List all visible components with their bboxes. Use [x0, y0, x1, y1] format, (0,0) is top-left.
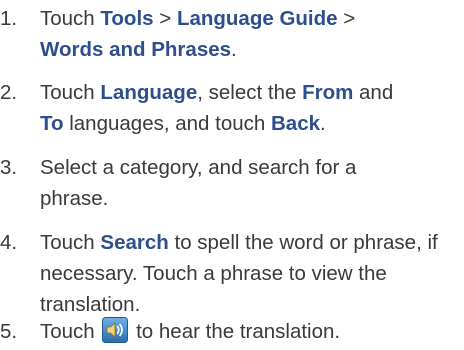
step-text: Touch Tools > Language Guide > Words and… [40, 7, 356, 61]
step-number: 4. [0, 231, 18, 254]
search-label: Search [100, 231, 169, 254]
back-label: Back [270, 112, 320, 135]
step-text: Touch to hear the translation. [40, 316, 460, 347]
step-number: 3. [0, 156, 18, 179]
to-label: To [40, 112, 64, 135]
step-text: Touch Search to spell the word or phrase… [40, 231, 438, 316]
language-guide-label: Language Guide [176, 7, 338, 30]
step-number: 5. [0, 320, 18, 343]
document-page: { "steps": [ { "number": "1.", "parts": … [0, 0, 464, 350]
step-text: Touch Language, select the From and To l… [40, 81, 394, 135]
language-label: Language [100, 81, 198, 104]
step-number: 1. [0, 7, 18, 30]
step-text: Select a category, and search for a phra… [40, 156, 357, 210]
words-and-phrases-label: Words and Phrases [40, 38, 232, 61]
speaker-icon [102, 317, 129, 343]
from-label: From [302, 81, 354, 104]
step-number: 2. [0, 81, 18, 104]
tools-label: Tools [100, 7, 154, 30]
